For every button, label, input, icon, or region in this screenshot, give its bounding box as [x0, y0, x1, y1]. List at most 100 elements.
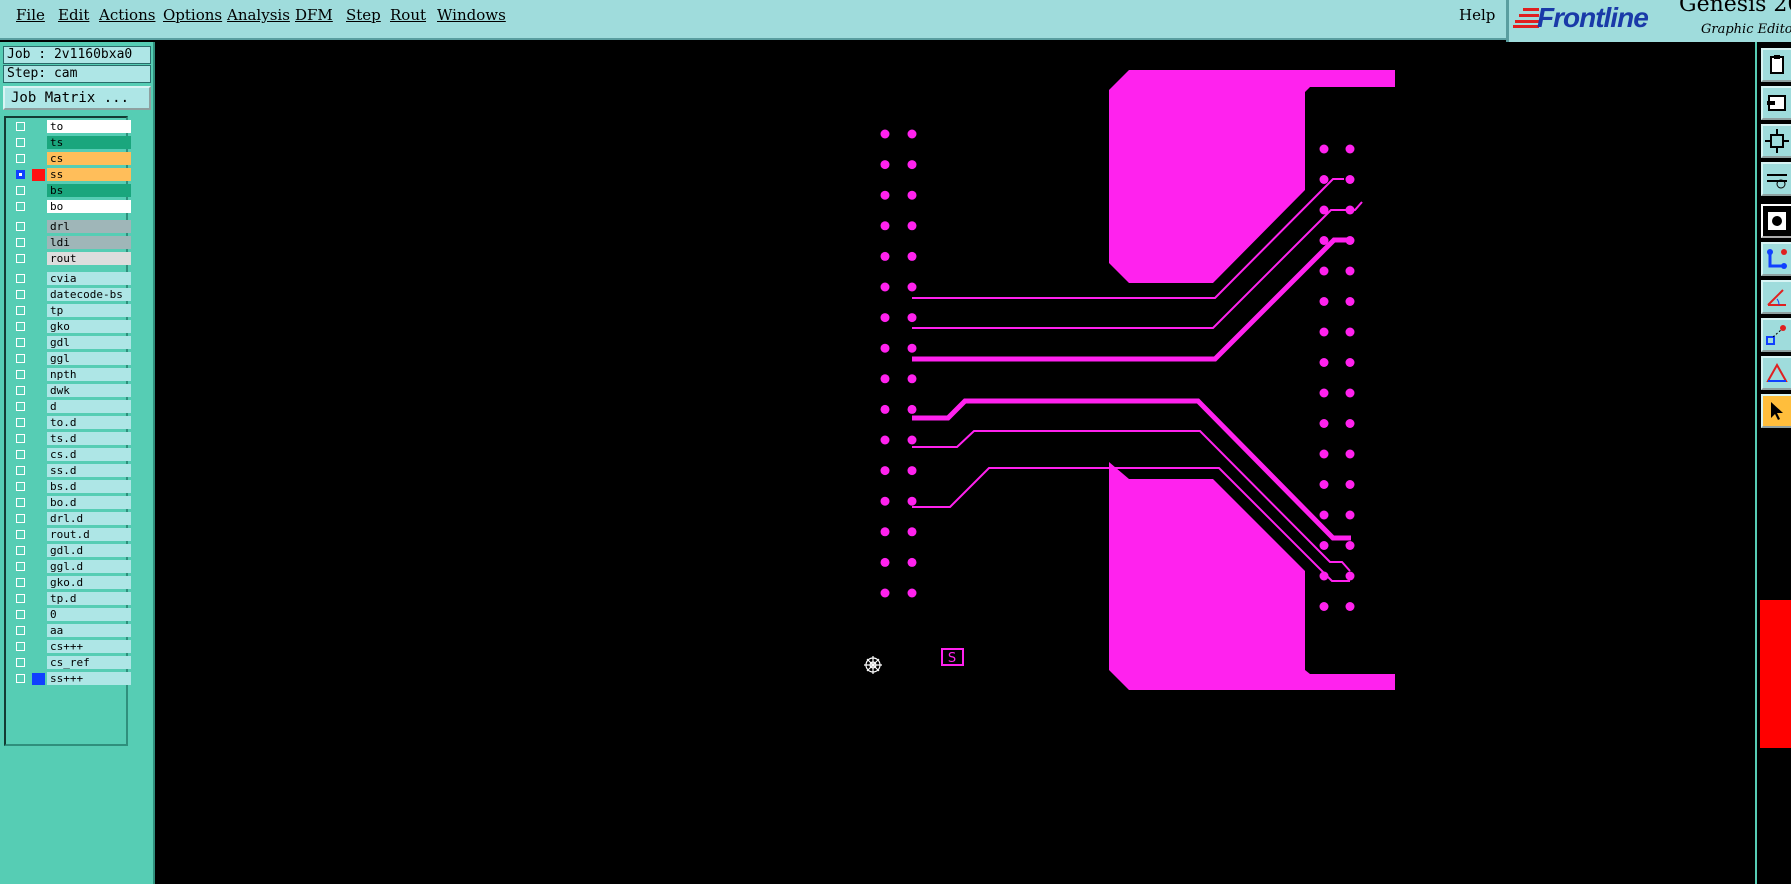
- layer-row[interactable]: bs: [10, 184, 131, 198]
- menu-help[interactable]: Help: [1459, 6, 1495, 24]
- layer-row[interactable]: datecode-bs: [10, 288, 131, 302]
- layer-row[interactable]: gko.d: [10, 576, 131, 590]
- layer-name[interactable]: dwk: [47, 384, 131, 397]
- layer-checkbox[interactable]: [16, 274, 25, 283]
- layer-checkbox[interactable]: [16, 154, 25, 163]
- layer-name[interactable]: rout: [47, 252, 131, 265]
- layer-name[interactable]: drl: [47, 220, 131, 233]
- layer-row[interactable]: ggl: [10, 352, 131, 366]
- layer-row[interactable]: tp: [10, 304, 131, 318]
- layer-checkbox[interactable]: [16, 238, 25, 247]
- graphic-canvas[interactable]: S: [155, 42, 1755, 884]
- layer-checkbox[interactable]: [16, 322, 25, 331]
- layer-name[interactable]: to: [47, 120, 131, 133]
- layer-row[interactable]: rout: [10, 252, 131, 266]
- layer-row[interactable]: cs_ref: [10, 656, 131, 670]
- layer-name[interactable]: ss.d: [47, 464, 131, 477]
- measure-icon[interactable]: [1761, 162, 1791, 196]
- layer-row[interactable]: to: [10, 120, 131, 134]
- layer-checkbox[interactable]: [16, 370, 25, 379]
- layer-row[interactable]: ldi: [10, 236, 131, 250]
- layer-name[interactable]: bo: [47, 200, 131, 213]
- layer-name[interactable]: cs_ref: [47, 656, 131, 669]
- layer-row[interactable]: bs.d: [10, 480, 131, 494]
- layer-checkbox[interactable]: [16, 578, 25, 587]
- menu-rout[interactable]: Rout: [390, 6, 426, 24]
- job-matrix-button[interactable]: Job Matrix ...: [3, 86, 151, 110]
- layer-name[interactable]: bs: [47, 184, 131, 197]
- layer-row[interactable]: d: [10, 400, 131, 414]
- layer-row[interactable]: tp.d: [10, 592, 131, 606]
- layer-row[interactable]: ss.d: [10, 464, 131, 478]
- layer-name[interactable]: rout.d: [47, 528, 131, 541]
- layer-checkbox[interactable]: [16, 138, 25, 147]
- layer-name[interactable]: cvia: [47, 272, 131, 285]
- menu-analysis[interactable]: Analysis: [227, 6, 290, 24]
- layer-name[interactable]: bs.d: [47, 480, 131, 493]
- menu-edit[interactable]: Edit: [58, 6, 89, 24]
- layer-checkbox[interactable]: [16, 514, 25, 523]
- triangle-icon[interactable]: [1761, 356, 1791, 390]
- layer-row[interactable]: cvia: [10, 272, 131, 286]
- layer-name[interactable]: ts: [47, 136, 131, 149]
- layer-checkbox[interactable]: [16, 562, 25, 571]
- layer-row[interactable]: bo.d: [10, 496, 131, 510]
- layer-name[interactable]: cs+++: [47, 640, 131, 653]
- layer-checkbox[interactable]: [16, 186, 25, 195]
- layer-name[interactable]: aa: [47, 624, 131, 637]
- layer-checkbox[interactable]: [16, 610, 25, 619]
- layer-name[interactable]: ggl.d: [47, 560, 131, 573]
- layer-checkbox[interactable]: [16, 594, 25, 603]
- layer-checkbox[interactable]: [16, 434, 25, 443]
- layer-checkbox[interactable]: [16, 482, 25, 491]
- layer-name[interactable]: tp.d: [47, 592, 131, 605]
- layer-name[interactable]: tp: [47, 304, 131, 317]
- layer-row[interactable]: cs+++: [10, 640, 131, 654]
- layer-row[interactable]: ts.d: [10, 432, 131, 446]
- pad-icon[interactable]: [1761, 204, 1791, 238]
- layer-name[interactable]: ggl: [47, 352, 131, 365]
- layer-name[interactable]: bo.d: [47, 496, 131, 509]
- layer-checkbox[interactable]: [16, 254, 25, 263]
- layer-row[interactable]: ss: [10, 168, 131, 182]
- layer-row[interactable]: dwk: [10, 384, 131, 398]
- snapshot-icon[interactable]: [1761, 86, 1791, 120]
- layer-checkbox[interactable]: [16, 530, 25, 539]
- layer-checkbox[interactable]: [16, 306, 25, 315]
- layer-row[interactable]: drl: [10, 220, 131, 234]
- layer-row[interactable]: ggl.d: [10, 560, 131, 574]
- layer-checkbox[interactable]: [16, 546, 25, 555]
- layer-checkbox[interactable]: [16, 466, 25, 475]
- layer-checkbox[interactable]: [16, 674, 25, 683]
- menu-actions[interactable]: Actions: [99, 6, 155, 24]
- layer-name[interactable]: ldi: [47, 236, 131, 249]
- layer-row[interactable]: cs: [10, 152, 131, 166]
- layer-row[interactable]: aa: [10, 624, 131, 638]
- layer-checkbox[interactable]: [16, 498, 25, 507]
- angle-icon[interactable]: [1761, 280, 1791, 314]
- layer-name[interactable]: cs: [47, 152, 131, 165]
- net-icon[interactable]: [1761, 242, 1791, 276]
- layer-checkbox[interactable]: [16, 354, 25, 363]
- layer-row[interactable]: gdl.d: [10, 544, 131, 558]
- layer-row[interactable]: gko: [10, 320, 131, 334]
- layer-checkbox[interactable]: [16, 386, 25, 395]
- layer-name[interactable]: drl.d: [47, 512, 131, 525]
- layer-name[interactable]: ts.d: [47, 432, 131, 445]
- layer-row[interactable]: bo: [10, 200, 131, 214]
- zoom-fit-icon[interactable]: [1761, 124, 1791, 158]
- layer-checkbox[interactable]: [16, 450, 25, 459]
- layer-name[interactable]: cs.d: [47, 448, 131, 461]
- layer-name[interactable]: gko.d: [47, 576, 131, 589]
- menu-windows[interactable]: Windows: [437, 6, 506, 24]
- menu-file[interactable]: File: [16, 6, 45, 24]
- layer-checkbox[interactable]: [16, 122, 25, 131]
- layer-row[interactable]: drl.d: [10, 512, 131, 526]
- copy-icon[interactable]: [1761, 48, 1791, 82]
- menu-options[interactable]: Options: [163, 6, 222, 24]
- layer-name[interactable]: gdl: [47, 336, 131, 349]
- layer-checkbox[interactable]: [16, 418, 25, 427]
- layer-row[interactable]: cs.d: [10, 448, 131, 462]
- layer-checkbox[interactable]: [16, 402, 25, 411]
- layer-name[interactable]: npth: [47, 368, 131, 381]
